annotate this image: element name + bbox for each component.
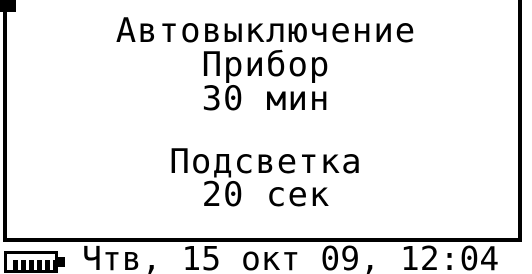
- battery-level-fill: [13, 260, 55, 270]
- date-time-display: Чтв, 15 окт 09, 12:04: [82, 239, 500, 274]
- battery-full-icon: [4, 251, 66, 273]
- backlight-title: Подсветка: [169, 142, 363, 182]
- top-left-marker: [0, 0, 16, 12]
- status-bar: Чтв, 15 окт 09, 12:04: [0, 239, 532, 274]
- backlight-value[interactable]: 20 сек: [0, 178, 532, 212]
- battery-tip: [58, 257, 65, 267]
- device-label: Прибор: [201, 45, 331, 85]
- auto-off-value[interactable]: 30 мин: [0, 82, 532, 116]
- battery-body: [4, 251, 58, 273]
- device-screen: Автовыключение Прибор 30 мин Подсветка 2…: [0, 0, 532, 274]
- auto-off-title: Автовыключение: [115, 11, 417, 51]
